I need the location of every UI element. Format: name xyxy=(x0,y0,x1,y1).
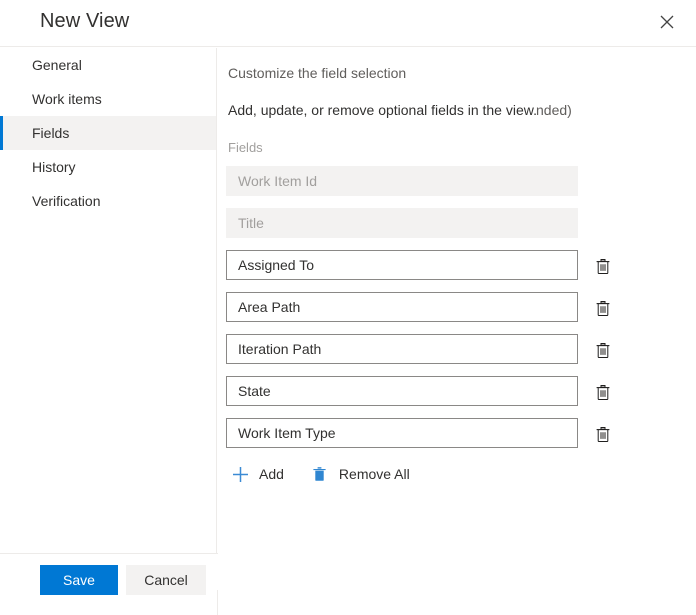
dialog-footer: Save Cancel xyxy=(0,553,696,615)
footer-vertical-divider xyxy=(217,590,218,615)
clipped-note: nded) xyxy=(536,102,572,118)
field-input-area-path[interactable]: Area Path xyxy=(226,292,578,322)
sidebar-item-label: Verification xyxy=(32,193,101,209)
sidebar-item-label: General xyxy=(32,57,82,73)
sidebar-item-history[interactable]: History xyxy=(0,150,216,184)
field-row: Iteration Path xyxy=(218,334,696,376)
plus-icon xyxy=(230,464,250,484)
sidebar-item-verification[interactable]: Verification xyxy=(0,184,216,218)
close-icon xyxy=(660,15,674,29)
save-button[interactable]: Save xyxy=(40,565,118,595)
delete-field-button[interactable] xyxy=(590,421,616,447)
delete-field-button[interactable] xyxy=(590,253,616,279)
field-input-assigned-to[interactable]: Assigned To xyxy=(226,250,578,280)
field-input-work-item-id: Work Item Id xyxy=(226,166,578,196)
trash-icon xyxy=(595,258,611,275)
add-field-label: Add xyxy=(259,466,284,482)
dialog-sidebar: General Work items Fields History Verifi… xyxy=(0,48,217,553)
fields-list: Work Item Id Title Assigned To Area Path… xyxy=(218,166,696,460)
dialog-header: New View xyxy=(0,0,696,47)
field-input-work-item-type[interactable]: Work Item Type xyxy=(226,418,578,448)
trash-icon xyxy=(595,300,611,317)
add-field-button[interactable]: Add xyxy=(230,464,284,484)
trash-icon xyxy=(595,384,611,401)
field-input-title: Title xyxy=(226,208,578,238)
footer-divider xyxy=(0,553,218,554)
sidebar-item-general[interactable]: General xyxy=(0,48,216,82)
field-actions: Add Remove All xyxy=(218,460,410,488)
sidebar-item-fields[interactable]: Fields xyxy=(0,116,216,150)
field-input-iteration-path[interactable]: Iteration Path xyxy=(226,334,578,364)
field-row: Work Item Type xyxy=(218,418,696,460)
close-button[interactable] xyxy=(646,2,688,42)
field-row: Assigned To xyxy=(218,250,696,292)
delete-field-button[interactable] xyxy=(590,379,616,405)
fields-list-label: Fields xyxy=(228,140,263,155)
sidebar-item-work-items[interactable]: Work items xyxy=(0,82,216,116)
remove-all-fields-button[interactable]: Remove All xyxy=(310,464,410,484)
sidebar-item-label: Work items xyxy=(32,91,102,107)
new-view-dialog: New View General Work items Fields Histo… xyxy=(0,0,696,615)
field-input-state[interactable]: State xyxy=(226,376,578,406)
field-row: Title xyxy=(218,208,696,250)
field-row: Work Item Id xyxy=(218,166,696,208)
section-heading: Customize the field selection xyxy=(228,65,407,81)
trash-icon xyxy=(595,426,611,443)
field-row: Area Path xyxy=(218,292,696,334)
fields-panel: Customize the field selection Add, updat… xyxy=(218,48,696,553)
cancel-button[interactable]: Cancel xyxy=(126,565,206,595)
delete-field-button[interactable] xyxy=(590,295,616,321)
delete-field-button[interactable] xyxy=(590,337,616,363)
field-row: State xyxy=(218,376,696,418)
section-description: Add, update, or remove optional fields i… xyxy=(228,102,537,118)
page-title: New View xyxy=(40,10,130,32)
sidebar-item-label: History xyxy=(32,159,76,175)
remove-all-fields-label: Remove All xyxy=(338,466,410,482)
trash-filled-icon xyxy=(310,464,330,484)
trash-icon xyxy=(595,342,611,359)
sidebar-item-label: Fields xyxy=(32,125,70,141)
